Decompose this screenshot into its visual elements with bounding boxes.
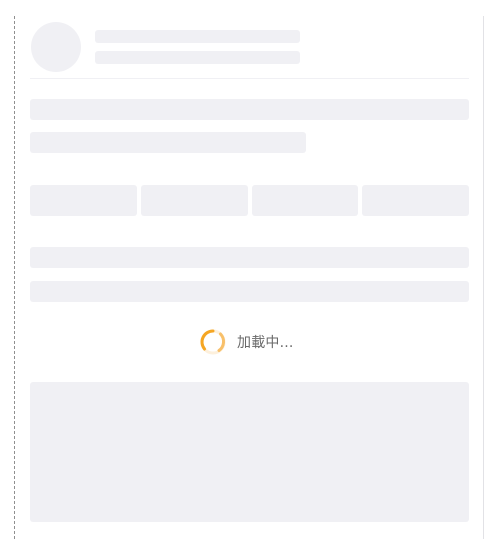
avatar-placeholder: [31, 22, 81, 72]
loading-text: 加載中...: [237, 335, 294, 351]
text-line-placeholder-3: [30, 247, 469, 268]
text-line-placeholder-4: [30, 281, 469, 302]
block-placeholder-2: [141, 185, 248, 216]
header-divider: [30, 78, 469, 79]
text-line-placeholder-2: [30, 132, 306, 153]
block-placeholder-1: [30, 185, 137, 216]
left-dashed-guide: [14, 16, 15, 539]
block-placeholder-4: [362, 185, 469, 216]
loading-indicator: 加載中...: [199, 326, 294, 358]
subtitle-line-placeholder: [95, 51, 300, 64]
right-border: [483, 16, 484, 539]
loading-spinner-icon: [200, 329, 226, 355]
block-placeholder-3: [252, 185, 358, 216]
content-block-placeholder: [30, 382, 469, 522]
title-line-placeholder: [95, 30, 300, 43]
loading-skeleton-page: 加載中...: [0, 0, 487, 539]
text-line-placeholder-1: [30, 99, 469, 120]
